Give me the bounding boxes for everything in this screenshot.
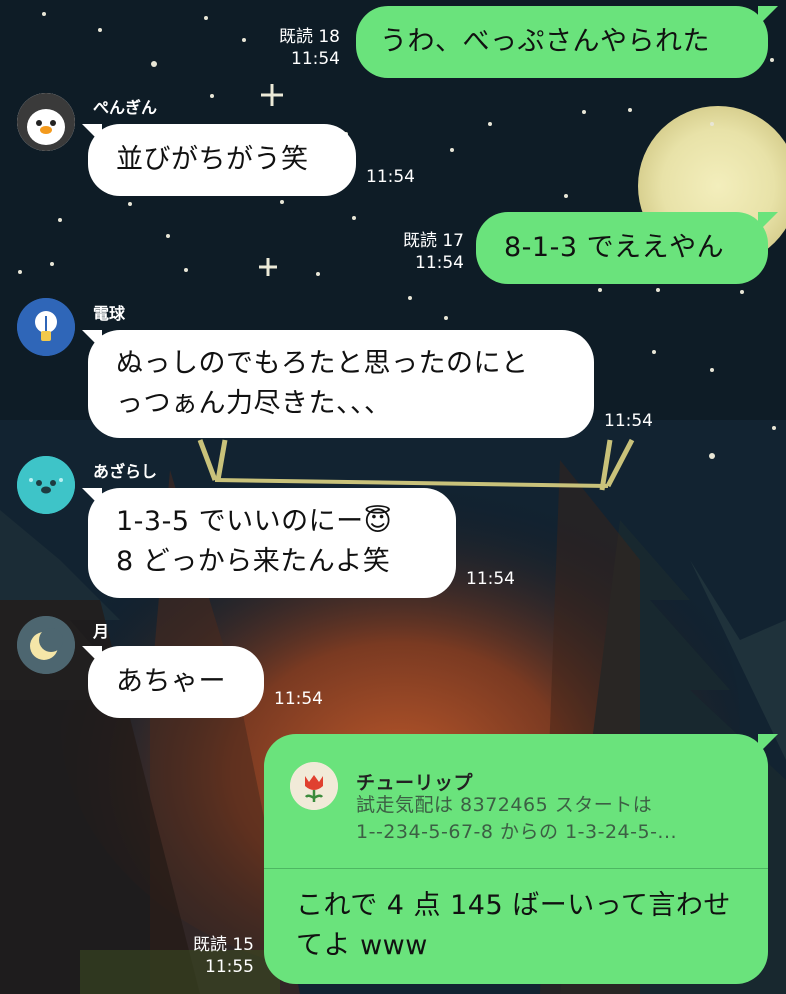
read-receipt: 既読 18 11:54 xyxy=(278,27,340,69)
message-time: 11:54 xyxy=(466,569,515,589)
read-receipt: 既読 17 11:54 xyxy=(402,231,464,273)
sender-name: ぺんぎん xyxy=(93,98,158,117)
message-bubble-outgoing[interactable]: 8-1-3 でええやん xyxy=(476,212,768,284)
message-bubble-outgoing[interactable]: うわ、べっぷさんやられた xyxy=(356,6,768,78)
bubble-tail xyxy=(758,734,778,754)
message-text-line: 8 どっから来たんよ笑 xyxy=(116,546,391,577)
message-bubble-incoming[interactable]: 1-3-5 でいいのにー😇 8 どっから来たんよ笑 xyxy=(88,488,456,598)
sender-name: あざらし xyxy=(93,462,158,481)
message-text: 8-1-3 でええやん xyxy=(504,232,725,263)
bubble-tail xyxy=(758,6,778,26)
message-text-line: 1-3-5 でいいのにー😇 xyxy=(116,506,393,537)
quoted-text: 試走気配は 8372465 スタートは 1--234-5-67-8 からの 1-… xyxy=(356,792,677,846)
message-time: 11:54 xyxy=(274,689,323,709)
seal-icon[interactable] xyxy=(17,456,75,514)
bubble-tail xyxy=(758,212,778,232)
penguin-icon[interactable] xyxy=(17,93,75,151)
quoted-text-line: 1--234-5-67-8 からの 1-3-24-5-... xyxy=(356,821,678,843)
sender-name: 電球 xyxy=(93,304,126,323)
message-bubble-incoming[interactable]: ぬっしのでもろたと思ったのにと っつぁん力尽きた、、、 xyxy=(88,330,594,438)
message-time: 11:54 xyxy=(604,411,653,431)
message-text-line: てよ www xyxy=(296,930,428,961)
quoted-text-line: 試走気配は 8372465 スタートは xyxy=(356,794,653,816)
message-text: うわ、べっぷさんやられた xyxy=(380,26,710,57)
message-text-line: っつぁん力尽きた、、、 xyxy=(116,388,392,419)
read-receipt: 既読 15 11:55 xyxy=(192,935,254,977)
message-time: 11:54 xyxy=(366,167,415,187)
reply-divider xyxy=(264,868,768,869)
lightbulb-icon[interactable] xyxy=(17,298,75,356)
message-bubble-incoming[interactable]: 並びがちがう笑 xyxy=(88,124,356,196)
tulip-icon xyxy=(290,762,338,810)
reply-message-bubble[interactable]: チューリップ 試走気配は 8372465 スタートは 1--234-5-67-8… xyxy=(264,734,768,984)
message-text-line: ぬっしのでもろたと思ったのにと xyxy=(116,348,529,379)
message-text: あちゃー xyxy=(116,666,226,697)
message-text-line: これで 4 点 145 ばーいって言わせ xyxy=(296,890,731,921)
sender-name: 月 xyxy=(93,622,110,641)
message-text: 並びがちがう笑 xyxy=(116,144,309,175)
moon-icon[interactable] xyxy=(17,616,75,674)
message-text: これで 4 点 145 ばーいって言わせ てよ www xyxy=(296,886,731,966)
message-bubble-incoming[interactable]: あちゃー xyxy=(88,646,264,718)
